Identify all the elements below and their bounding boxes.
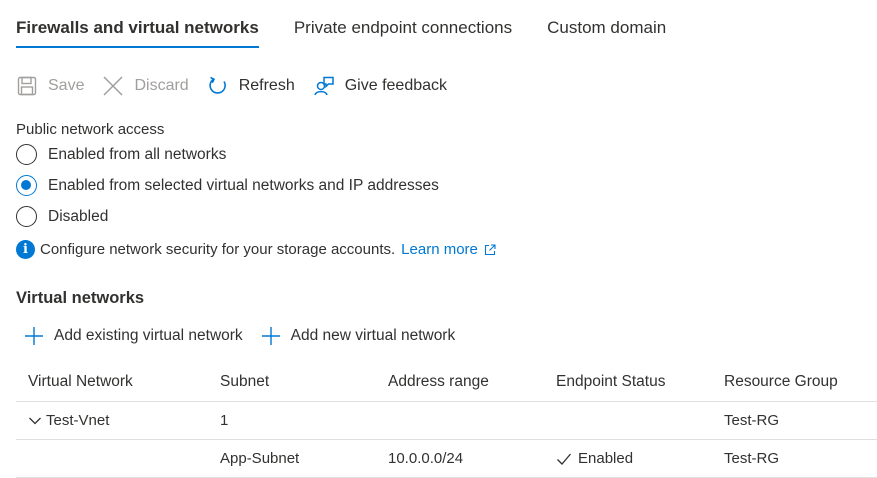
column-header-subnet: Subnet bbox=[220, 372, 270, 390]
radio-disabled[interactable]: Disabled bbox=[16, 206, 108, 227]
cell-resource-group: Test-RG bbox=[724, 450, 780, 467]
command-bar: Save Discard Refresh Give feedback bbox=[16, 72, 465, 100]
plus-icon bbox=[261, 326, 281, 346]
vnet-name: Test-Vnet bbox=[46, 412, 110, 429]
cell-endpoint-status: Enabled bbox=[556, 450, 724, 467]
column-header-virtual-network: Virtual Network bbox=[28, 372, 133, 390]
radio-button-selected[interactable] bbox=[16, 175, 37, 196]
radio-label: Disabled bbox=[48, 207, 109, 225]
refresh-button[interactable]: Refresh bbox=[207, 75, 295, 97]
external-link-icon bbox=[484, 243, 496, 256]
save-button[interactable]: Save bbox=[16, 75, 84, 97]
info-icon: i bbox=[16, 240, 35, 259]
cell-resource-group: Test-RG bbox=[724, 412, 780, 429]
checkmark-icon bbox=[556, 451, 572, 467]
table-row[interactable]: Test-Vnet 1 Test-RG bbox=[16, 402, 877, 440]
add-existing-virtual-network-button[interactable]: Add existing virtual network bbox=[24, 326, 243, 346]
cell-address-range: 10.0.0.0/24 bbox=[388, 450, 464, 467]
radio-enabled-all-networks[interactable]: Enabled from all networks bbox=[16, 144, 226, 165]
table-row[interactable]: App-Subnet 10.0.0.0/24 Enabled Test-RG bbox=[16, 440, 877, 478]
refresh-label: Refresh bbox=[238, 77, 295, 94]
info-message: i Configure network security for your st… bbox=[16, 240, 496, 259]
column-header-resource-group: Resource Group bbox=[724, 372, 838, 390]
learn-more-link[interactable]: Learn more bbox=[401, 241, 496, 258]
radio-label: Enabled from all networks bbox=[48, 145, 227, 163]
chevron-down-icon[interactable] bbox=[28, 414, 42, 428]
close-icon bbox=[102, 75, 124, 97]
add-existing-label: Add existing virtual network bbox=[54, 327, 243, 344]
cell-subnet: 1 bbox=[220, 412, 229, 429]
add-new-virtual-network-button[interactable]: Add new virtual network bbox=[261, 326, 456, 346]
virtual-networks-actions: Add existing virtual network Add new vir… bbox=[24, 326, 473, 346]
save-label: Save bbox=[48, 77, 85, 94]
give-feedback-button[interactable]: Give feedback bbox=[313, 75, 447, 97]
virtual-networks-heading: Virtual networks bbox=[16, 289, 145, 307]
radio-button[interactable] bbox=[16, 144, 37, 165]
tab-private-endpoint-connections[interactable]: Private endpoint connections bbox=[294, 14, 512, 48]
radio-label: Enabled from selected virtual networks a… bbox=[48, 176, 439, 194]
tab-custom-domain[interactable]: Custom domain bbox=[547, 14, 666, 48]
radio-enabled-selected-networks[interactable]: Enabled from selected virtual networks a… bbox=[16, 175, 439, 196]
feedback-label: Give feedback bbox=[344, 77, 448, 94]
add-new-label: Add new virtual network bbox=[290, 327, 456, 344]
column-header-endpoint-status: Endpoint Status bbox=[556, 372, 666, 390]
virtual-networks-table: Virtual Network Subnet Address range End… bbox=[16, 362, 877, 478]
radio-button[interactable] bbox=[16, 206, 37, 227]
plus-icon bbox=[24, 326, 44, 346]
public-network-access-label: Public network access bbox=[16, 121, 165, 138]
tab-bar: Firewalls and virtual networks Private e… bbox=[16, 14, 701, 48]
learn-more-label: Learn more bbox=[401, 241, 478, 258]
endpoint-status-text: Enabled bbox=[578, 450, 634, 467]
refresh-icon bbox=[207, 75, 229, 97]
column-header-address-range: Address range bbox=[388, 372, 489, 390]
save-icon bbox=[16, 75, 38, 97]
discard-button[interactable]: Discard bbox=[102, 75, 189, 97]
table-header: Virtual Network Subnet Address range End… bbox=[16, 362, 877, 402]
info-text: Configure network security for your stor… bbox=[40, 241, 396, 258]
feedback-icon bbox=[313, 75, 335, 97]
discard-label: Discard bbox=[134, 77, 189, 94]
cell-subnet: App-Subnet bbox=[220, 450, 300, 467]
cell-virtual-network: Test-Vnet bbox=[16, 412, 220, 429]
tab-firewalls-and-virtual-networks[interactable]: Firewalls and virtual networks bbox=[16, 14, 259, 48]
